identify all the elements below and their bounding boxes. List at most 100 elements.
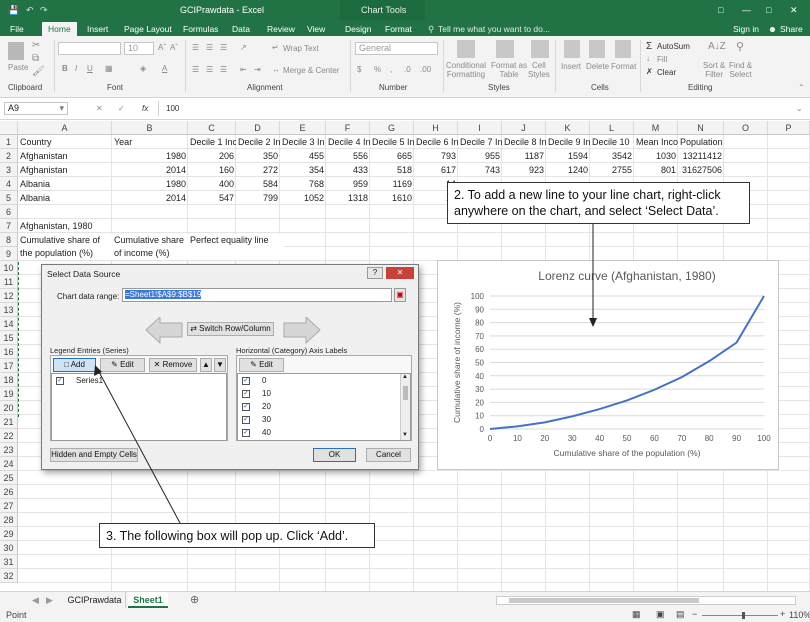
column-header-f[interactable]: F [326,121,370,135]
wrap-text-icon[interactable]: ↵ [272,43,279,52]
row-header-29[interactable]: 29 [0,527,18,541]
column-header-o[interactable]: O [724,121,768,135]
middle-align-icon[interactable]: ☰ [206,43,213,52]
data-cell[interactable]: 1318 [326,191,370,205]
header-cell[interactable]: Decile 4 In [326,135,370,149]
row-header-5[interactable]: 5 [0,191,18,205]
orientation-icon[interactable]: ↗ [240,43,247,52]
page-break-view-icon[interactable]: ▤ [676,609,685,620]
tab-home[interactable]: Home [42,22,77,36]
header-cell[interactable]: Decile 7 In [458,135,502,149]
data-cell[interactable]: 13211412 [678,149,724,163]
header-cell[interactable]: Decile 8 In [502,135,546,149]
tell-me-input[interactable]: Tell me what you want to do... [438,22,550,36]
autosum-icon[interactable]: Σ [646,41,652,52]
data-cell[interactable]: Albania [18,191,112,205]
data-cell[interactable]: Afghanistan [18,163,112,177]
zoom-in-icon[interactable]: + [780,609,785,619]
data-cell[interactable]: 1030 [634,149,678,163]
category-checkbox[interactable]: ✓ [242,429,250,437]
column-header-m[interactable]: M [634,121,678,135]
data-cell[interactable]: 455 [280,149,326,163]
data-cell[interactable]: 2014 [112,191,188,205]
data-cell[interactable]: 2014 [112,163,188,177]
collapse-ribbon-icon[interactable]: ⌃ [798,83,805,92]
save-icon[interactable]: 💾 [8,5,19,16]
bottom-align-icon[interactable]: ☰ [220,43,227,52]
move-down-icon[interactable]: ▼ [214,358,226,372]
data-cell[interactable]: 556 [326,149,370,163]
format-painter-icon[interactable]: 🖌 [32,66,45,77]
autosum-button[interactable]: AutoSum [657,42,690,51]
cancel-entry-icon[interactable]: ✕ [96,104,103,113]
comma-icon[interactable]: , [390,65,392,74]
column-header-a[interactable]: A [18,121,112,135]
series-checkbox[interactable]: ✓ [56,377,64,385]
number-format-select[interactable]: General [355,42,438,55]
grow-font-icon[interactable]: Aˆ [158,43,166,52]
collapse-range-icon[interactable]: ▣ [394,288,406,302]
fill-button[interactable]: Fill [657,55,667,64]
tab-page-layout[interactable]: Page Layout [124,22,172,36]
data-cell[interactable]: 206 [188,149,236,163]
row-header-32[interactable]: 32 [0,569,18,583]
column-header-j[interactable]: J [502,121,546,135]
tab-data[interactable]: Data [232,22,250,36]
data-cell[interactable]: 665 [370,149,414,163]
column-header-k[interactable]: K [546,121,590,135]
find-icon[interactable]: ⚲ [736,40,744,53]
header-cell[interactable]: Decile 2 In [236,135,280,149]
header-cell[interactable]: Decile 1 Inc [188,135,236,149]
prev-sheet-icon[interactable]: ◀ [32,595,39,606]
category-checkbox[interactable]: ✓ [242,390,250,398]
fill-icon[interactable]: ↓ [646,54,650,63]
paste-icon[interactable] [8,42,24,60]
data-cell[interactable]: Albania [18,177,112,191]
chart-range-input[interactable]: =Sheet1!$A$9:$B$19 [122,288,392,302]
data-cell[interactable]: 518 [370,163,414,177]
font-color-icon[interactable]: A [162,64,167,73]
cell-c8[interactable]: Perfect equality line [188,234,284,260]
data-cell[interactable]: 955 [458,149,502,163]
undo-icon[interactable]: ↶ [26,5,34,16]
clear-icon[interactable]: ✗ [646,67,653,76]
column-header-p[interactable]: P [768,121,810,135]
row-header-27[interactable]: 27 [0,499,18,513]
row-header-1[interactable]: 1 [0,135,18,149]
sort-filter-button[interactable]: Sort & Filter [703,61,725,79]
header-cell[interactable]: Country [18,135,112,149]
hidden-empty-cells-button[interactable]: Hidden and Empty Cells [50,448,138,462]
row-header-18[interactable]: 18 [0,373,18,387]
delete-cells-button[interactable]: Delete [586,62,609,71]
header-cell[interactable]: Decile 10 [590,135,634,149]
data-cell[interactable]: 272 [236,163,280,177]
data-cell[interactable]: 1980 [112,177,188,191]
add-series-button[interactable]: □ Add [53,358,96,372]
row-header-10[interactable]: 10 [0,261,18,275]
data-cell[interactable]: 400 [188,177,236,191]
sign-in-link[interactable]: Sign in [733,22,759,36]
data-cell[interactable]: 923 [502,163,546,177]
merge-icon[interactable]: ↔ [272,65,280,74]
increase-decimal-icon[interactable]: .0 [404,65,411,74]
increase-indent-icon[interactable]: ⇥ [254,65,261,74]
row-header-15[interactable]: 15 [0,331,18,345]
format-cells-button[interactable]: Format [611,62,636,71]
decrease-decimal-icon[interactable]: .00 [420,65,431,74]
cell-a7[interactable]: Afghanistan, 1980 [18,219,112,233]
minimize-icon[interactable]: — [742,5,751,15]
row-header-17[interactable]: 17 [0,359,18,373]
top-align-icon[interactable]: ☰ [192,43,199,52]
row-header-31[interactable]: 31 [0,555,18,569]
row-header-26[interactable]: 26 [0,485,18,499]
row-header-24[interactable]: 24 [0,457,18,471]
borders-icon[interactable]: ▦ [105,64,113,73]
data-cell[interactable]: Afghanistan [18,149,112,163]
data-cell[interactable]: 768 [280,177,326,191]
category-list[interactable]: ✓ 0 ✓ 10 ✓ 20 ✓ 30 ✓ 40 ▲ ▼ [237,373,411,441]
data-cell[interactable]: 2755 [590,163,634,177]
center-align-icon[interactable]: ☰ [206,65,213,74]
data-cell[interactable]: 793 [414,149,458,163]
data-cell[interactable]: 350 [236,149,280,163]
right-align-icon[interactable]: ☰ [220,65,227,74]
